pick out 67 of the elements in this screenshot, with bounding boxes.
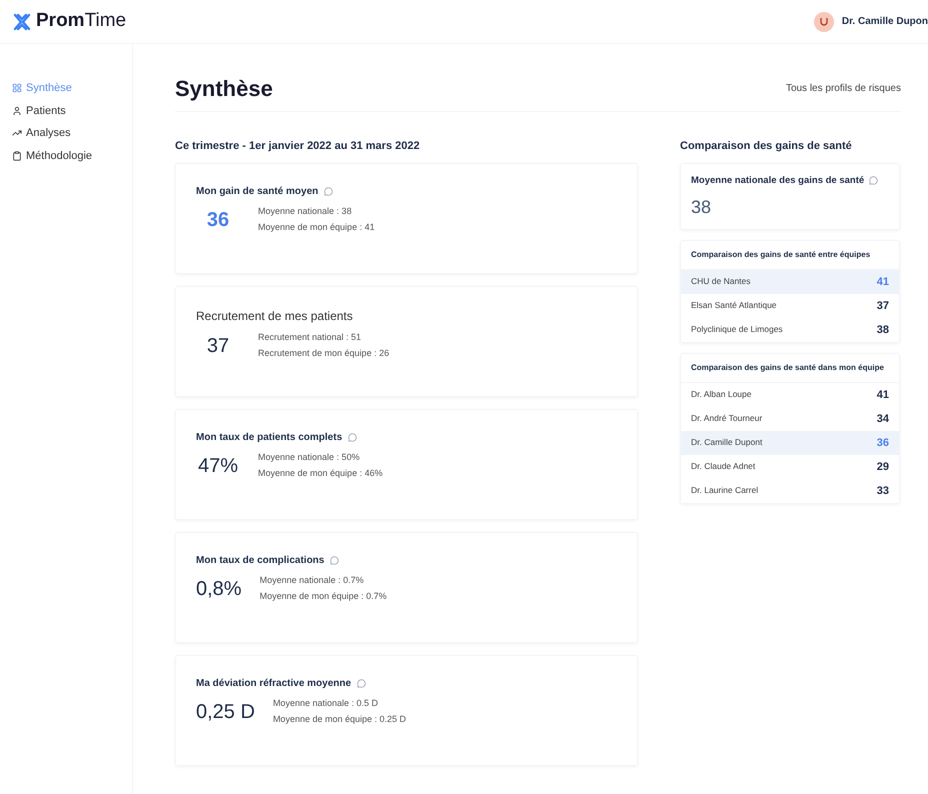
comparison-heading: Comparaison des gains de santé [680, 139, 853, 154]
comparison-row[interactable]: Elsan Santé Atlantique 37 [681, 294, 899, 318]
comparison-row[interactable]: Dr. Alban Loupe 41 [681, 382, 899, 407]
metric-comparison: Moyenne de mon équipe : 41 [258, 221, 375, 234]
user-name[interactable]: Dr. Camille Dupon [842, 14, 928, 29]
metric-comparison: Recrutement national : 51 [258, 330, 362, 344]
metric-title: Ma déviation réfractive moyenne [196, 676, 352, 690]
metric-comparison: Moyenne nationale : 0.5 D [272, 696, 380, 710]
metric-value: 36 [206, 208, 230, 232]
metric-title: Mon gain de santé moyen [196, 184, 318, 198]
metric-value: 47% [196, 454, 240, 478]
row-value: 38 [876, 322, 889, 338]
metric-comparison: Moyenne de mon équipe : 0.7% [260, 590, 387, 603]
row-value: 41 [876, 388, 889, 402]
row-name: Dr. Camille Dupont [691, 436, 762, 450]
row-value: 37 [876, 298, 889, 314]
row-name: CHU de Nantes [691, 275, 751, 288]
metric-comparison: Moyenne nationale : 0.7% [260, 574, 365, 587]
logo-icon [12, 12, 32, 32]
info-icon[interactable] [348, 432, 358, 442]
metric-comparison: Recrutement de mon équipe : 26 [258, 347, 390, 360]
metric-comparison: Moyenne nationale : 50% [258, 450, 361, 464]
risk-profiles-link[interactable]: Tous les profils de risques [786, 81, 901, 96]
comparison-row[interactable]: Dr. André Tourneur 34 [681, 406, 899, 431]
page-title: Synthèse [175, 75, 273, 103]
comparison-row[interactable]: Dr. Laurine Carrel 33 [681, 478, 899, 503]
sidebar-item[interactable]: Analyses [12, 125, 71, 142]
metric-title: Mon taux de patients complets [196, 430, 342, 444]
clipboard-icon [12, 150, 22, 161]
row-name: Dr. Laurine Carrel [691, 484, 758, 498]
metric-value: 37 [206, 334, 230, 358]
metric-comparison: Moyenne de mon équipe : 0.25 D [272, 713, 406, 726]
metric-value: 0,8% [196, 576, 242, 602]
info-icon[interactable] [869, 176, 878, 186]
metric-title: Recrutement de mes patients [196, 308, 353, 324]
row-value: 33 [876, 484, 889, 498]
user-icon [12, 106, 22, 116]
grid-icon [12, 83, 22, 94]
trend-icon [12, 128, 22, 138]
row-name: Dr. André Tourneur [691, 412, 762, 426]
period-heading: Ce trimestre - 1er janvier 2022 au 31 mars 2022 [175, 139, 421, 154]
comparison-row[interactable]: Polyclinique de Limoges 38 [681, 318, 899, 342]
sidebar-item[interactable]: Patients [12, 102, 66, 119]
metric-comparison: Moyenne nationale : 38 [258, 204, 353, 218]
info-icon[interactable] [330, 556, 340, 564]
row-name: Elsan Santé Atlantique [691, 299, 777, 312]
card-title: Comparaison des gains de santé dans mon équipe [681, 354, 899, 383]
row-name: Dr. Alban Loupe [691, 388, 752, 402]
row-value: 29 [876, 460, 889, 474]
row-name: Polyclinique de Limoges [691, 323, 783, 336]
card-title: Moyenne nationale des gains de santé [691, 174, 864, 188]
row-value: 36 [876, 436, 889, 450]
row-value: 34 [876, 412, 889, 426]
metric-value: 0,25 D [196, 700, 255, 724]
comparison-row[interactable]: Dr. Claude Adnet 29 [681, 454, 899, 479]
national-value: 38 [691, 196, 712, 219]
info-icon[interactable] [324, 186, 334, 196]
metric-title: Mon taux de complications [196, 554, 324, 568]
avatar[interactable] [814, 12, 834, 32]
comparison-row[interactable]: Dr. Camille Dupont 36 [681, 430, 899, 455]
row-value: 41 [876, 274, 889, 290]
metric-comparison: Moyenne de mon équipe : 46% [258, 467, 383, 480]
row-name: Dr. Claude Adnet [691, 460, 756, 474]
comparison-row[interactable]: CHU de Nantes 41 [681, 270, 899, 294]
sidebar-item[interactable]: Méthodologie [12, 148, 92, 164]
info-icon[interactable] [357, 678, 366, 688]
app-logo: PromTime [36, 9, 126, 34]
